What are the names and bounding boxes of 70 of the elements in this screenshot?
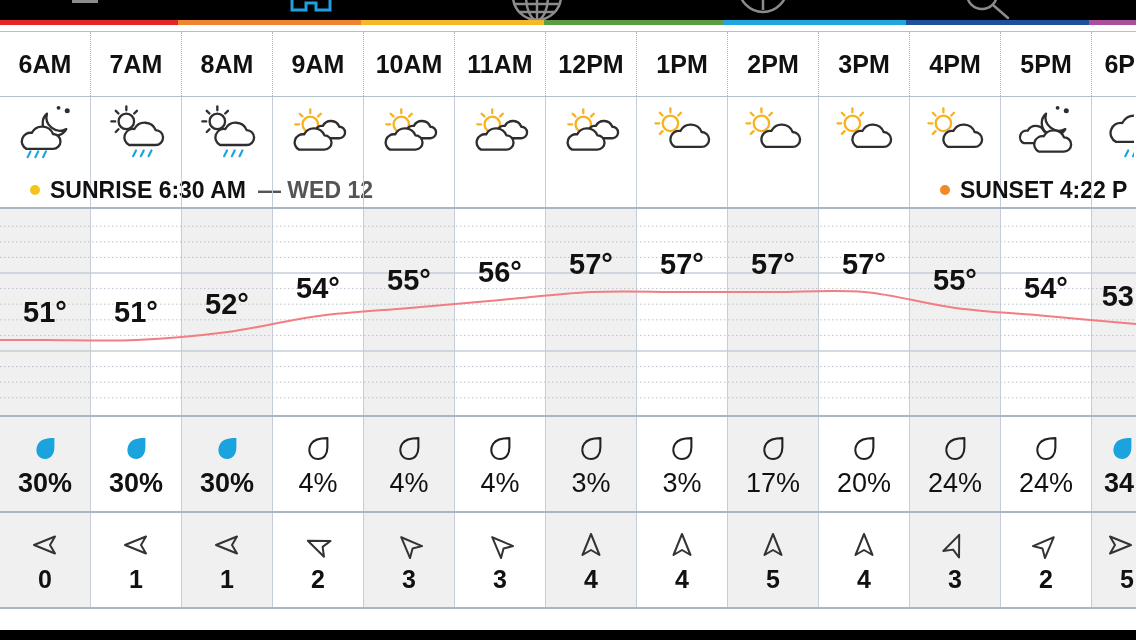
precip-chance: 20% bbox=[836, 470, 891, 497]
raindrop-icon bbox=[215, 436, 239, 461]
raindrop-icon bbox=[488, 436, 512, 461]
raindrop-icon bbox=[397, 436, 421, 461]
sun-time-label: SUNSET 4:22 P bbox=[960, 178, 1128, 202]
home-icon bbox=[290, 0, 332, 12]
wind-speed: 3 bbox=[948, 567, 962, 592]
hour-label: 2PM bbox=[747, 51, 799, 77]
hour-label: 1PM bbox=[656, 51, 708, 77]
precip-chance: 4% bbox=[389, 470, 429, 497]
temperature-label: 56° bbox=[478, 258, 522, 287]
hour-label: 4PM bbox=[929, 51, 981, 77]
wind-speed: 2 bbox=[1039, 567, 1053, 592]
hour-label: 12PM bbox=[558, 51, 624, 77]
raindrop-icon bbox=[943, 436, 967, 461]
precip-chance: 3% bbox=[571, 470, 611, 497]
precip-chance: 24% bbox=[927, 470, 982, 497]
temperature-label: 57° bbox=[660, 250, 704, 279]
globe-icon bbox=[510, 0, 564, 20]
precip-chance: 4% bbox=[480, 470, 520, 497]
temperature-label: 57° bbox=[569, 250, 613, 279]
raindrop-icon bbox=[33, 436, 57, 461]
menu-icon bbox=[72, 0, 98, 4]
hour-label: 9AM bbox=[291, 51, 345, 77]
precip-chance: 4% bbox=[298, 470, 338, 497]
precip-chance: 24% bbox=[1018, 470, 1073, 497]
raindrop-icon bbox=[761, 436, 785, 461]
raindrop-icon bbox=[1110, 436, 1134, 461]
temperature-label: 52° bbox=[205, 290, 249, 319]
precip-chance: 34 bbox=[1103, 470, 1134, 497]
wind-speed: 5 bbox=[1120, 567, 1134, 592]
temperature-label: 53 bbox=[1101, 282, 1134, 311]
wind-speed: 3 bbox=[493, 567, 507, 592]
hour-label: 5PM bbox=[1020, 51, 1072, 77]
wind-speed: 3 bbox=[402, 567, 416, 592]
temperature-label: 57° bbox=[842, 250, 886, 279]
raindrop-icon bbox=[1034, 436, 1058, 461]
temperature-label: 51° bbox=[114, 298, 158, 327]
wind-speed: 4 bbox=[675, 567, 689, 592]
raindrop-icon bbox=[670, 436, 694, 461]
raindrop-icon bbox=[852, 436, 876, 461]
hour-label: 6AM bbox=[18, 51, 72, 77]
temperature-label: 54° bbox=[1024, 274, 1068, 303]
wind-speed: 5 bbox=[766, 567, 780, 592]
temperature-label: 54° bbox=[296, 274, 340, 303]
wind-speed: 4 bbox=[857, 567, 871, 592]
wind-speed: 2 bbox=[311, 567, 325, 592]
sun-time-label: SUNRISE 6:30 AM bbox=[50, 178, 246, 202]
temperature-label: 51° bbox=[23, 298, 67, 327]
hour-label: 8AM bbox=[200, 51, 254, 77]
hour-label: 6P bbox=[1104, 51, 1135, 77]
precip-chance: 3% bbox=[662, 470, 702, 497]
hour-label: 10AM bbox=[375, 51, 443, 77]
precip-chance: 30% bbox=[199, 470, 254, 497]
wind-speed: 4 bbox=[584, 567, 598, 592]
hour-label: 7AM bbox=[109, 51, 163, 77]
precip-chance: 30% bbox=[17, 470, 72, 497]
wind-speed: 0 bbox=[38, 567, 52, 592]
precip-chance: 30% bbox=[108, 470, 163, 497]
hour-label: 11AM bbox=[467, 51, 533, 77]
raindrop-icon bbox=[124, 436, 148, 461]
temperature-label: 57° bbox=[751, 250, 795, 279]
raindrop-icon bbox=[579, 436, 603, 461]
raindrop-icon bbox=[306, 436, 330, 461]
temperature-label: 55° bbox=[933, 266, 977, 295]
temperature-label: 55° bbox=[387, 266, 431, 295]
wind-speed: 1 bbox=[220, 567, 234, 592]
precip-chance: 17% bbox=[745, 470, 800, 497]
wind-speed: 1 bbox=[129, 567, 143, 592]
hour-label: 3PM bbox=[838, 51, 890, 77]
